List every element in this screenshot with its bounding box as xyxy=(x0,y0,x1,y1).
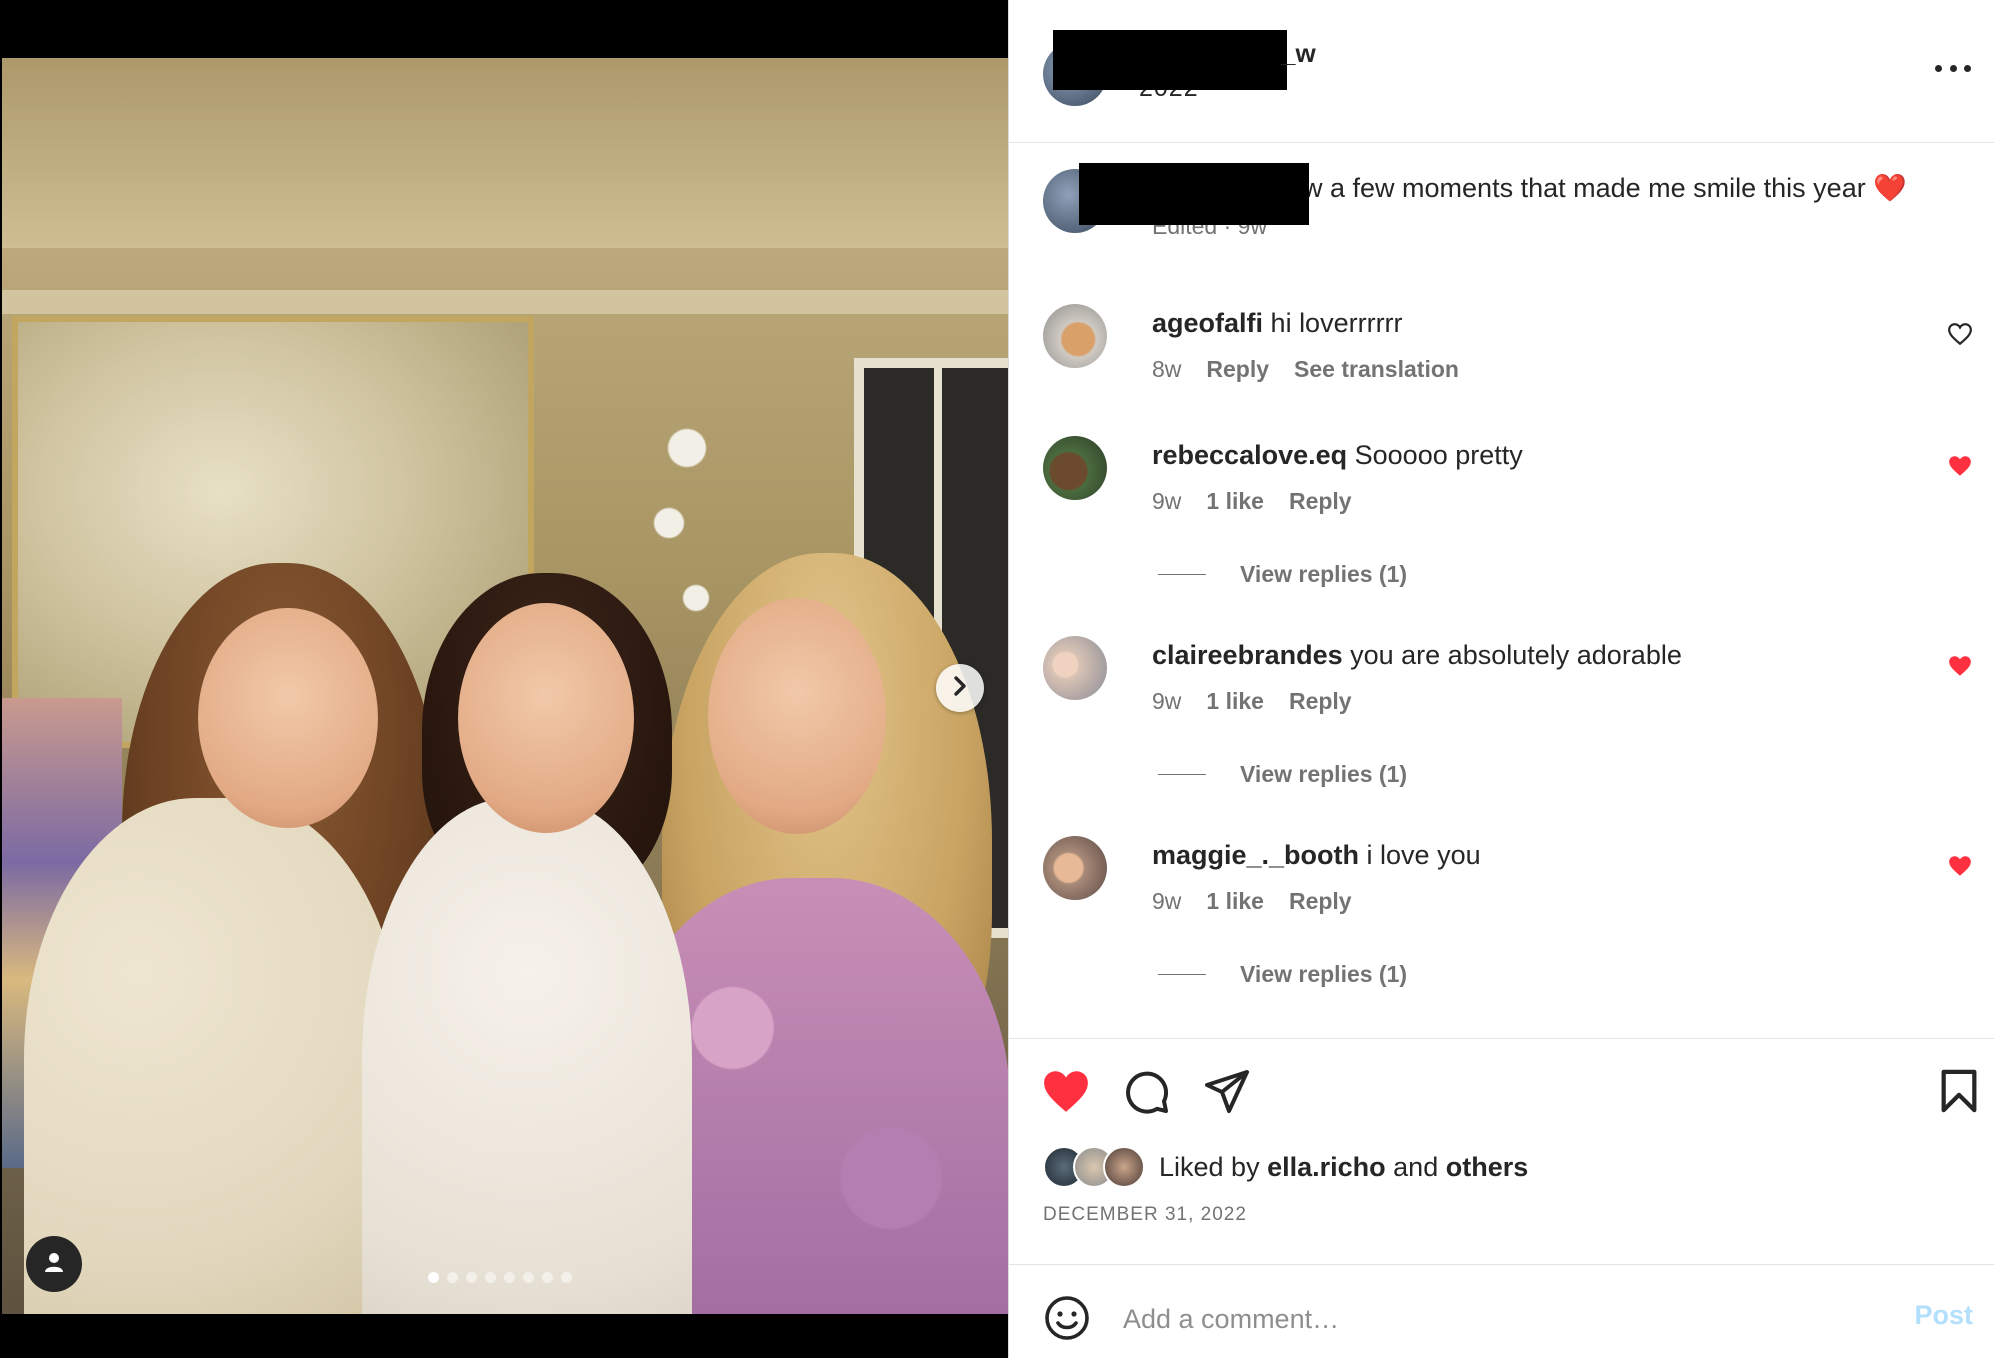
speech-bubble-icon xyxy=(1126,1071,1168,1114)
comment-text: ageofalfi hi loverrrrrr xyxy=(1152,306,1403,340)
comment-meta: 9w 1 like Reply xyxy=(1152,688,1352,715)
redacted-caption-username xyxy=(1079,163,1309,225)
comment-body: hi loverrrrrr xyxy=(1270,308,1403,338)
liker-avatar xyxy=(1103,1146,1145,1188)
comment-username[interactable]: ageofalfi xyxy=(1152,308,1263,338)
comment-input-divider xyxy=(1009,1264,1994,1265)
liked-by-joiner: and xyxy=(1393,1151,1439,1182)
carousel-dot xyxy=(504,1272,515,1283)
comments-list[interactable]: w a few moments that made me smile this … xyxy=(1009,143,1994,1038)
carousel-dot xyxy=(428,1272,439,1283)
view-replies-button[interactable]: View replies (1) xyxy=(1158,561,1407,588)
post-header: 2022 _w xyxy=(1009,0,1994,143)
comment-time: 9w xyxy=(1152,488,1182,514)
comment-liked-heart-icon[interactable] xyxy=(1947,454,1973,478)
post-sidebar: 2022 _w w a few moments that made me smi… xyxy=(1008,0,1994,1358)
reply-button[interactable]: Reply xyxy=(1206,356,1269,383)
tagged-users-button[interactable] xyxy=(26,1236,82,1292)
redacted-username xyxy=(1053,30,1287,90)
liked-by-prefix: Liked by xyxy=(1159,1151,1260,1182)
carousel-dot xyxy=(561,1272,572,1283)
smiley-icon xyxy=(1045,1296,1089,1340)
chevron-right-icon xyxy=(951,675,969,702)
replies-divider-line xyxy=(1158,974,1206,975)
view-replies-label: View replies (1) xyxy=(1240,561,1408,587)
actions-divider xyxy=(1009,1038,1994,1039)
comment-like-count[interactable]: 1 like xyxy=(1206,688,1264,715)
comment-username[interactable]: maggie_._booth xyxy=(1152,840,1359,870)
heart-filled-icon xyxy=(1044,1071,1088,1112)
reply-button[interactable]: Reply xyxy=(1289,688,1352,715)
carousel-dot xyxy=(542,1272,553,1283)
save-button[interactable] xyxy=(1939,1068,1979,1119)
more-dot xyxy=(1935,64,1942,72)
view-replies-button[interactable]: View replies (1) xyxy=(1158,961,1407,988)
view-replies-label: View replies (1) xyxy=(1240,961,1408,987)
comment-time: 8w xyxy=(1152,356,1182,382)
caption-text: w a few moments that made me smile this … xyxy=(1303,173,1907,203)
emoji-button[interactable] xyxy=(1043,1294,1091,1347)
comment-avatar[interactable] xyxy=(1043,836,1107,900)
post-media-pane xyxy=(0,0,1008,1358)
like-button[interactable] xyxy=(1041,1068,1091,1119)
comment-text: maggie_._booth i love you xyxy=(1152,838,1481,872)
comment-like-heart-icon[interactable] xyxy=(1947,322,1973,346)
liked-by-summary[interactable]: Liked by ella.richo and others xyxy=(1043,1146,1528,1188)
liked-by-others[interactable]: others xyxy=(1446,1152,1529,1183)
comment-avatar[interactable] xyxy=(1043,636,1107,700)
carousel-dot xyxy=(523,1272,534,1283)
liked-by-user[interactable]: ella.richo xyxy=(1267,1152,1386,1183)
comment-username[interactable]: rebeccalove.eq xyxy=(1152,440,1347,470)
comment-body: Sooooo pretty xyxy=(1354,440,1523,470)
comment-meta: 9w 1 like Reply xyxy=(1152,888,1352,915)
paper-plane-icon xyxy=(1205,1070,1249,1113)
comment-meta: 8w Reply See translation xyxy=(1152,356,1459,383)
comment-body: i love you xyxy=(1366,840,1481,870)
comment-body: you are absolutely adorable xyxy=(1350,640,1682,670)
see-translation-button[interactable]: See translation xyxy=(1294,356,1459,383)
reply-button[interactable]: Reply xyxy=(1289,888,1352,915)
comment-liked-heart-icon[interactable] xyxy=(1947,854,1973,878)
more-dot xyxy=(1964,64,1971,72)
replies-divider-line xyxy=(1158,574,1206,575)
comment-time: 9w xyxy=(1152,688,1182,714)
author-username[interactable]: _w xyxy=(1281,38,1316,69)
post-photo xyxy=(2,58,1008,1314)
more-dot xyxy=(1949,64,1957,72)
bookmark-icon xyxy=(1941,1069,1977,1113)
comment-avatar[interactable] xyxy=(1043,436,1107,500)
post-comment-button[interactable]: Post xyxy=(1914,1300,1973,1331)
carousel-dot xyxy=(466,1272,477,1283)
comment-username[interactable]: claireebrandes xyxy=(1152,640,1343,670)
comment-like-count[interactable]: 1 like xyxy=(1206,488,1264,515)
reply-button[interactable]: Reply xyxy=(1289,488,1352,515)
comment-avatar[interactable] xyxy=(1043,304,1107,368)
comment-text: rebeccalove.eq Sooooo pretty xyxy=(1152,438,1523,472)
carousel-next-button[interactable] xyxy=(936,664,984,712)
comment-input[interactable] xyxy=(1121,1296,1825,1342)
post-date: DECEMBER 31, 2022 xyxy=(1043,1204,1247,1225)
share-button[interactable] xyxy=(1203,1068,1251,1119)
comment-time: 9w xyxy=(1152,888,1182,914)
person-icon xyxy=(43,1251,65,1278)
view-replies-button[interactable]: View replies (1) xyxy=(1158,761,1407,788)
comment-liked-heart-icon[interactable] xyxy=(1947,654,1973,678)
carousel-dot xyxy=(485,1272,496,1283)
more-options-button[interactable] xyxy=(1935,56,1971,80)
comment-button[interactable] xyxy=(1123,1068,1171,1121)
carousel-indicator xyxy=(428,1272,572,1283)
comment-like-count[interactable]: 1 like xyxy=(1206,888,1264,915)
comment-meta: 9w 1 like Reply xyxy=(1152,488,1352,515)
replies-divider-line xyxy=(1158,774,1206,775)
comment-text: claireebrandes you are absolutely adorab… xyxy=(1152,638,1682,672)
carousel-dot xyxy=(447,1272,458,1283)
view-replies-label: View replies (1) xyxy=(1240,761,1408,787)
